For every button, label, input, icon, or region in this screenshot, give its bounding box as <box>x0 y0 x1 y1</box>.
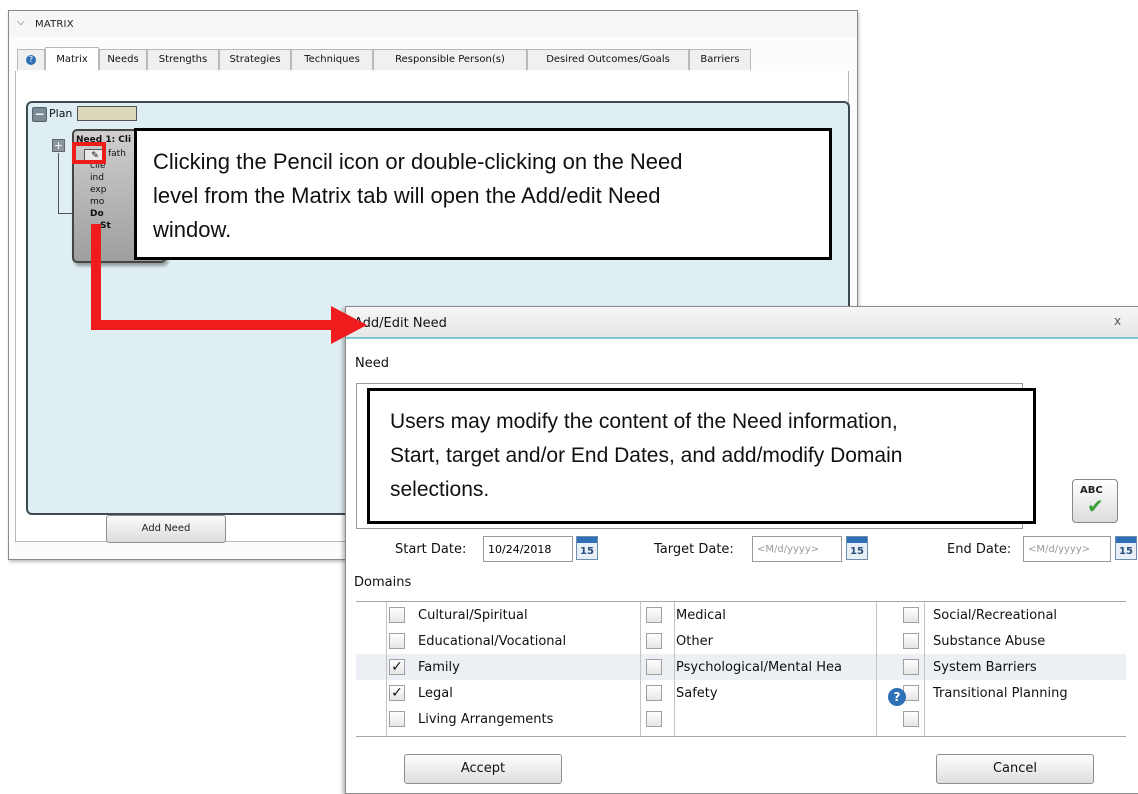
grid-divider <box>674 602 675 736</box>
callout-modify-instructions: Users may modify the content of the Need… <box>367 388 1036 524</box>
add-edit-need-dialog: Add/Edit Need x Need ABC ✔ Start Date: 1… <box>345 306 1138 794</box>
pencil-highlight-box <box>72 142 106 164</box>
target-date-input[interactable]: <M/d/yyyy> <box>752 536 842 562</box>
need-card-line: ind <box>90 173 104 183</box>
callout-line: Start, target and/or End Dates, and add/… <box>390 444 903 467</box>
domain-checkbox-checked[interactable]: ✓ <box>389 659 405 675</box>
domain-checkbox[interactable] <box>903 711 919 727</box>
domains-label: Domains <box>354 575 412 590</box>
tab-needs[interactable]: Needs <box>99 49 147 70</box>
tab-strategies[interactable]: Strategies <box>219 49 291 70</box>
domain-checkbox[interactable] <box>646 659 662 675</box>
callout-line: window. <box>153 217 232 242</box>
accept-button[interactable]: Accept <box>404 754 562 784</box>
calendar-icon[interactable]: 15 <box>1115 536 1137 560</box>
domain-label: Family <box>418 660 460 675</box>
help-icon[interactable]: ? <box>888 688 906 706</box>
dialog-title-bar[interactable]: Add/Edit Need x <box>346 307 1138 339</box>
tab-responsible-persons[interactable]: Responsible Person(s) <box>373 49 527 70</box>
domain-label: Substance Abuse <box>933 634 1046 649</box>
calendar-icon[interactable]: 15 <box>846 536 868 560</box>
domain-checkbox[interactable] <box>389 607 405 623</box>
domain-label: Living Arrangements <box>418 712 554 727</box>
plan-name-field <box>77 106 137 121</box>
tab-desired-outcomes-goals[interactable]: Desired Outcomes/Goals <box>527 49 689 70</box>
domain-checkbox[interactable] <box>646 685 662 701</box>
spellcheck-button[interactable]: ABC ✔ <box>1072 479 1118 523</box>
callout-line: selections. <box>390 478 490 501</box>
domain-label: System Barriers <box>933 660 1037 675</box>
need-card-line: fath <box>108 149 126 159</box>
domain-checkbox[interactable] <box>646 607 662 623</box>
domain-label: Medical <box>676 608 726 623</box>
start-date-label: Start Date: <box>395 542 467 557</box>
matrix-section-title: MATRIX <box>35 19 74 30</box>
domain-label: Social/Recreational <box>933 608 1058 623</box>
domain-checkbox[interactable] <box>903 607 919 623</box>
tab-strengths[interactable]: Strengths <box>147 49 219 70</box>
start-date-input[interactable]: 10/24/2018 <box>483 536 573 562</box>
domain-label: Legal <box>418 686 453 701</box>
domains-grid: Cultural/Spiritual Educational/Vocationa… <box>356 601 1126 737</box>
callout-line: Users may modify the content of the Need… <box>390 410 898 433</box>
grid-divider <box>924 602 925 736</box>
calendar-icon[interactable]: 15 <box>576 536 598 560</box>
tab-techniques[interactable]: Techniques <box>291 49 373 70</box>
check-icon: ✔ <box>1087 494 1104 518</box>
matrix-section-header[interactable]: ⌵ MATRIX <box>9 11 857 37</box>
need-card-line: St <box>100 221 111 231</box>
domain-label: Safety <box>676 686 718 701</box>
expand-icon[interactable]: + <box>52 139 65 152</box>
domain-checkbox[interactable] <box>389 711 405 727</box>
domain-checkbox[interactable] <box>903 659 919 675</box>
callout-line: Clicking the Pencil icon or double-click… <box>153 149 683 174</box>
callout-line: level from the Matrix tab will open the … <box>153 183 661 208</box>
dialog-title: Add/Edit Need <box>354 316 447 331</box>
close-icon[interactable]: x <box>1114 314 1121 328</box>
domain-label: Cultural/Spiritual <box>418 608 528 623</box>
need-card-line: exp <box>90 185 107 195</box>
matrix-tab-bar: ? Matrix Needs Strengths Strategies Tech… <box>15 47 847 72</box>
grid-divider <box>876 602 877 736</box>
callout-pencil-instructions: Clicking the Pencil icon or double-click… <box>134 128 832 260</box>
end-date-label: End Date: <box>947 542 1012 557</box>
domain-label: Psychological/Mental Hea <box>676 660 842 675</box>
tab-matrix[interactable]: Matrix <box>45 47 99 70</box>
domain-checkbox[interactable] <box>389 633 405 649</box>
help-icon: ? <box>26 55 36 65</box>
end-date-input[interactable]: <M/d/yyyy> <box>1023 536 1111 562</box>
cancel-button[interactable]: Cancel <box>936 754 1094 784</box>
arrow-shaft-horizontal <box>91 320 331 330</box>
domain-checkbox-checked[interactable]: ✓ <box>389 685 405 701</box>
domain-label: Other <box>676 634 713 649</box>
add-need-button[interactable]: Add Need <box>106 515 226 543</box>
domain-checkbox[interactable] <box>646 633 662 649</box>
domain-checkbox[interactable] <box>646 711 662 727</box>
tab-barriers[interactable]: Barriers <box>689 49 751 70</box>
collapse-icon[interactable]: − <box>32 107 47 122</box>
target-date-label: Target Date: <box>654 542 734 557</box>
domain-label: Educational/Vocational <box>418 634 567 649</box>
need-card-line: mo <box>90 197 105 207</box>
calendar-day-text: 15 <box>580 546 594 557</box>
grid-divider <box>640 602 641 736</box>
calendar-day-text: 15 <box>1119 546 1133 557</box>
grid-divider <box>386 602 387 736</box>
arrow-shaft-vertical <box>91 224 101 330</box>
domain-label: Transitional Planning <box>933 686 1068 701</box>
calendar-day-text: 15 <box>850 546 864 557</box>
need-label: Need <box>355 356 389 371</box>
arrow-head <box>331 306 367 344</box>
chevron-down-icon[interactable]: ⌵ <box>17 17 25 28</box>
tab-help[interactable]: ? <box>17 49 45 70</box>
domain-checkbox[interactable] <box>903 633 919 649</box>
plan-label: Plan <box>49 107 73 120</box>
need-card-line: Do <box>90 209 104 219</box>
